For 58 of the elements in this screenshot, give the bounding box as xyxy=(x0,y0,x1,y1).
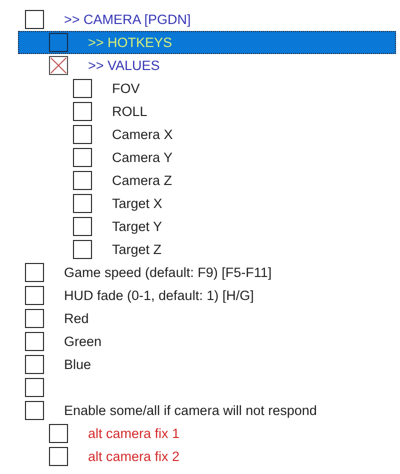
list-row[interactable]: Game speed (default: F9) [F5-F11] xyxy=(0,261,396,284)
list-row[interactable]: Target Y xyxy=(0,215,396,238)
list-row[interactable]: Camera Z xyxy=(0,169,396,192)
option-label: HUD fade (0-1, default: 1) [H/G] xyxy=(64,288,254,303)
list-row[interactable]: Camera Y xyxy=(0,146,396,169)
checkbox[interactable] xyxy=(73,102,92,121)
list-row[interactable]: Target X xyxy=(0,192,396,215)
checkbox[interactable] xyxy=(49,447,68,466)
checkbox[interactable] xyxy=(25,401,44,420)
option-label: alt camera fix 2 xyxy=(88,449,180,464)
checkbox[interactable] xyxy=(25,355,44,374)
list-row[interactable]: Red xyxy=(0,307,396,330)
checkbox[interactable] xyxy=(73,217,92,236)
list-row[interactable]: >> HOTKEYS xyxy=(18,31,396,54)
option-label: Game speed (default: F9) [F5-F11] xyxy=(64,265,272,280)
list-row[interactable]: Blue xyxy=(0,353,396,376)
option-label: ROLL xyxy=(112,104,148,119)
checkbox[interactable] xyxy=(25,309,44,328)
list-row[interactable]: ROLL xyxy=(0,100,396,123)
option-label: alt camera fix 1 xyxy=(88,426,180,441)
checkbox[interactable] xyxy=(73,125,92,144)
list-row[interactable]: >> CAMERA [PGDN] xyxy=(0,8,396,31)
checkbox[interactable] xyxy=(73,240,92,259)
list-row[interactable]: Target Z xyxy=(0,238,396,261)
list-row[interactable]: alt camera fix 1 xyxy=(0,422,396,445)
option-label: Camera Z xyxy=(112,173,172,188)
checkbox[interactable] xyxy=(73,79,92,98)
list-row[interactable]: HUD fade (0-1, default: 1) [H/G] xyxy=(0,284,396,307)
checkbox[interactable] xyxy=(73,171,92,190)
list-row[interactable]: alt camera fix 2 xyxy=(0,445,396,468)
list-row[interactable]: Green xyxy=(0,330,396,353)
checkbox[interactable] xyxy=(25,263,44,282)
list-row[interactable]: >> VALUES xyxy=(0,54,396,77)
option-label: >> CAMERA [PGDN] xyxy=(64,12,191,27)
list-row[interactable]: FOV xyxy=(0,77,396,100)
option-label: Target X xyxy=(112,196,162,211)
option-label: Target Z xyxy=(112,242,162,257)
option-label: Red xyxy=(64,311,89,326)
option-label: Camera X xyxy=(112,127,173,142)
list-row[interactable]: Enable some/all if camera will not respond xyxy=(0,399,396,422)
checkbox[interactable] xyxy=(73,148,92,167)
option-label: Green xyxy=(64,334,102,349)
checkbox[interactable] xyxy=(25,286,44,305)
option-label: Target Y xyxy=(112,219,162,234)
checkbox[interactable] xyxy=(73,194,92,213)
option-label: >> VALUES xyxy=(88,58,160,73)
option-label: Enable some/all if camera will not respond xyxy=(64,403,317,418)
option-label: Blue xyxy=(64,357,92,372)
option-label: FOV xyxy=(112,81,140,96)
checkbox[interactable] xyxy=(25,332,44,351)
list-row[interactable]: Camera X xyxy=(0,123,396,146)
checkbox[interactable] xyxy=(49,424,68,443)
option-label: >> HOTKEYS xyxy=(88,35,172,50)
checkbox[interactable] xyxy=(25,378,44,397)
option-label: Camera Y xyxy=(112,150,173,165)
checkbox[interactable] xyxy=(49,33,68,52)
checkbox[interactable] xyxy=(25,10,44,29)
checkbox[interactable] xyxy=(49,56,68,75)
